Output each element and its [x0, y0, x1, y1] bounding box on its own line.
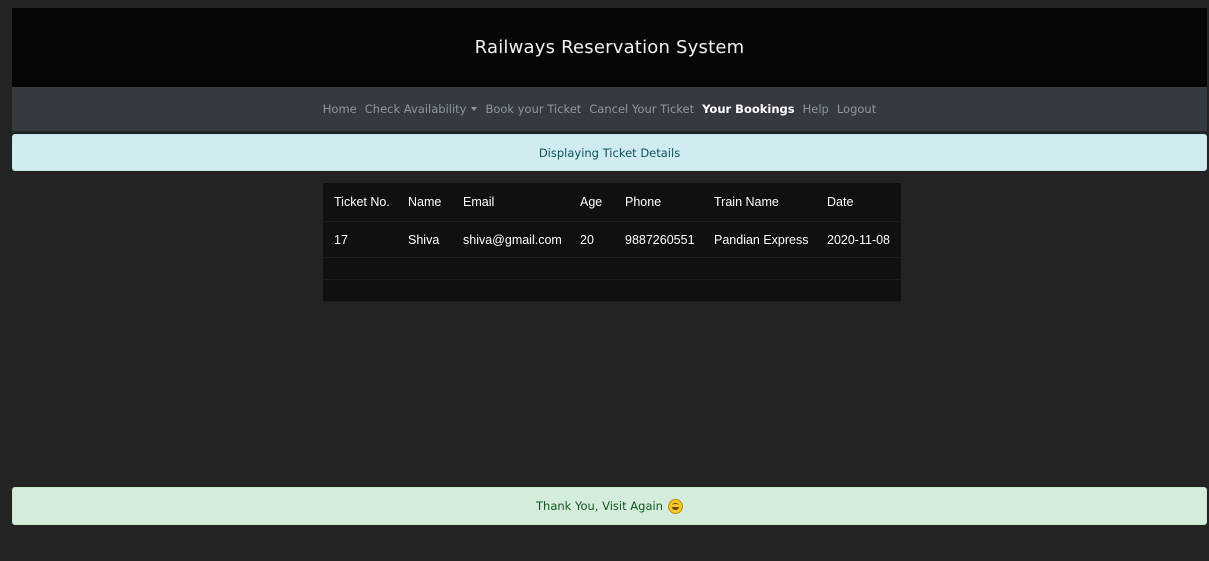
table-header-row: Ticket No. Name Email Age Phone Train Na… [323, 183, 901, 222]
table-row: 17 Shiva shiva@gmail.com 20 9887260551 P… [323, 221, 901, 258]
nav-home-label: Home [322, 102, 357, 116]
footer-alert-text: Thank You, Visit Again [536, 499, 663, 513]
column-header-name: Name [397, 183, 452, 222]
cell-ticket-no: 17 [323, 221, 397, 258]
cell-age: 20 [569, 221, 614, 258]
cell-phone: 9887260551 [614, 221, 703, 258]
nav-list: Home Check Availability Book your Ticket… [319, 102, 880, 116]
column-header-train-name: Train Name [703, 183, 816, 222]
nav-logout[interactable]: Logout [833, 102, 880, 116]
empty-cell [323, 279, 901, 302]
column-header-age: Age [569, 183, 614, 222]
cell-train-name: Pandian Express [703, 221, 816, 258]
info-alert: Displaying Ticket Details [12, 134, 1207, 171]
nav-help-label: Help [802, 102, 829, 116]
nav-check-availability-label: Check Availability [364, 102, 467, 116]
nav-logout-label: Logout [836, 102, 877, 116]
column-header-phone: Phone [614, 183, 703, 222]
grinning-face-icon [667, 498, 683, 514]
nav-your-bookings-label: Your Bookings [702, 102, 795, 116]
nav-home[interactable]: Home [319, 102, 361, 116]
ticket-table: Ticket No. Name Email Age Phone Train Na… [323, 183, 901, 302]
column-header-date: Date [816, 183, 901, 222]
nav-check-availability-dropdown[interactable]: Check Availability [361, 102, 482, 116]
site-title: Railways Reservation System [474, 37, 745, 58]
info-alert-text: Displaying Ticket Details [538, 145, 681, 160]
nav-cancel-ticket-label: Cancel Your Ticket [589, 102, 695, 116]
cell-date: 2020-11-08 [816, 221, 901, 258]
empty-table-row [323, 257, 901, 280]
nav-help[interactable]: Help [799, 102, 833, 116]
column-header-email: Email [452, 183, 569, 222]
ticket-table-container: Ticket No. Name Email Age Phone Train Na… [323, 183, 901, 302]
nav-book-ticket[interactable]: Book your Ticket [481, 102, 585, 116]
caret-down-icon [471, 107, 478, 111]
cell-name: Shiva [397, 221, 452, 258]
footer-alert: Thank You, Visit Again [12, 487, 1207, 525]
navbar: Home Check Availability Book your Ticket… [12, 87, 1207, 131]
nav-your-bookings[interactable]: Your Bookings [698, 102, 798, 116]
column-header-ticket-no: Ticket No. [323, 183, 397, 222]
nav-cancel-ticket[interactable]: Cancel Your Ticket [585, 102, 698, 116]
empty-table-row [323, 279, 901, 302]
nav-book-ticket-label: Book your Ticket [485, 102, 582, 116]
empty-cell [323, 257, 901, 280]
page-header: Railways Reservation System [12, 8, 1207, 87]
cell-email: shiva@gmail.com [452, 221, 569, 258]
